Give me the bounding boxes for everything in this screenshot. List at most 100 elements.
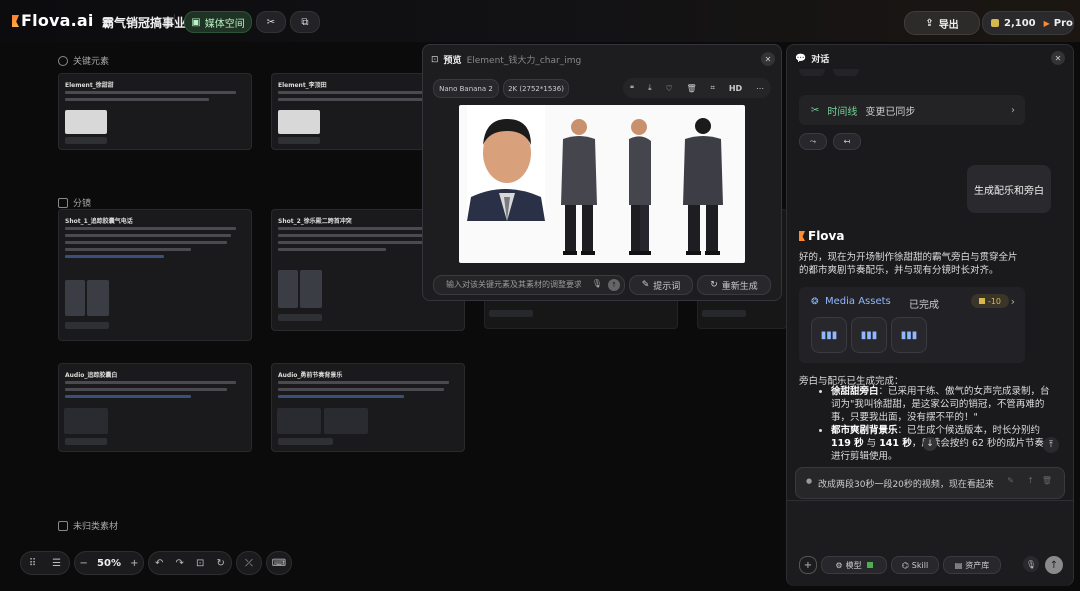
resolution-chip[interactable]: 2K (2752*1536) [503, 79, 569, 98]
trash-icon[interactable]: 🗑 [1042, 476, 1052, 485]
grid-icon[interactable]: ⠿ [29, 558, 36, 569]
reply-button[interactable]: ↤ [833, 133, 861, 150]
zoom-out-icon[interactable]: − [80, 558, 88, 569]
mic-icon[interactable]: 🎙 [592, 279, 602, 288]
message-action[interactable] [833, 69, 859, 76]
copy-icon: ⧉ [301, 16, 309, 28]
copy-button[interactable]: ⧉ [290, 11, 320, 33]
audio-card[interactable]: Audio_勇前节奏背景乐 [271, 363, 465, 452]
element-card[interactable]: Element_徐甜甜 [58, 73, 252, 150]
skill-button[interactable]: ⌬ Skill [891, 556, 939, 574]
reply-icon: ↤ [843, 137, 851, 146]
message-action[interactable] [799, 69, 825, 76]
logo-icon [799, 231, 805, 241]
undo-icon[interactable]: ↶ [155, 558, 163, 569]
media-icon: ▣ [191, 16, 201, 28]
zoom-in-icon[interactable]: + [130, 558, 138, 569]
heart-icon[interactable]: ♡ [665, 84, 672, 93]
keyboard-button[interactable]: ⌨ [266, 551, 292, 575]
audio-asset[interactable]: ▮▮▮ [851, 317, 887, 353]
zoom-level: 50% [97, 557, 121, 569]
audio-thumbnail[interactable] [64, 408, 108, 434]
image-actions: ❝ ⤓ ♡ 🗑 ⌗ HD ⋯ [623, 78, 771, 98]
fit-icon[interactable]: ⊡ [196, 558, 204, 569]
scroll-down-button[interactable]: ↓ [923, 437, 937, 451]
prompt-button[interactable]: ✎ 提示词 [629, 275, 693, 295]
thumbnail[interactable] [65, 110, 107, 134]
section-key-elements: 关键元素 [58, 54, 109, 67]
shot-card[interactable]: Shot_1_追踪胶囊气电话 [58, 209, 252, 341]
audio-thumbnail[interactable] [324, 408, 368, 434]
quote-icon[interactable]: ❝ [630, 84, 634, 93]
preview-header: ⊡ 预览 Element_钱大力_char_img [431, 54, 582, 67]
divider [174, 14, 175, 29]
waveform-icon: ▮▮▮ [820, 329, 838, 341]
send-icon[interactable]: ↑ [1027, 476, 1034, 485]
scissors-icon: ✂ [811, 104, 820, 116]
asset-chip [65, 322, 109, 329]
film-icon [58, 197, 68, 208]
preview-window: ⊡ 预览 Element_钱大力_char_img ✕ Nano Banana … [422, 44, 782, 301]
mic-button[interactable]: 🎙 [1023, 556, 1039, 572]
upload-icon: ⇪ [925, 17, 934, 29]
hd-button[interactable]: HD [729, 84, 742, 93]
user-message: 生成配乐和旁白 [967, 165, 1051, 213]
audio-asset[interactable]: ▮▮▮ [811, 317, 847, 353]
edit-icon: ✎ [641, 280, 650, 290]
asset-library-button[interactable]: ▤ 资产库 [943, 556, 1001, 574]
regenerate-button[interactable]: ↻ 重新生成 [697, 275, 771, 295]
model-icon: ⚙ [835, 560, 843, 570]
add-button[interactable]: + [799, 556, 817, 574]
thumbnail[interactable] [87, 280, 109, 316]
media-space-button[interactable]: ▣ 媒体空间 [184, 11, 252, 33]
asset-chip [278, 314, 322, 321]
chat-header: 💬 对话 [795, 53, 830, 66]
adjustment-input[interactable]: 输入对该关键元素及其素材的调整要求 🎙 ↑ [433, 275, 625, 295]
audio-card[interactable]: Audio_追踪胶囊白 [58, 363, 252, 452]
thumbnail[interactable] [65, 280, 85, 316]
assets-icon: ❂ [811, 297, 819, 307]
asset-chip [65, 438, 107, 445]
element-icon [58, 55, 68, 66]
share-button[interactable]: ⤳ [799, 133, 827, 150]
audio-thumbnail[interactable] [277, 408, 321, 434]
scissors-button[interactable]: ✂ [256, 11, 286, 33]
coin-icon [991, 19, 999, 27]
trash-icon[interactable]: 🗑 [686, 84, 696, 93]
mic-icon: 🎙 [1025, 559, 1037, 569]
thumbnail[interactable] [300, 270, 322, 308]
edit-icon[interactable]: ✎ [1007, 476, 1014, 485]
collapse-button[interactable]: ⤫ [236, 551, 262, 575]
queued-message[interactable]: ● 改成两段30秒一段20秒的视频，现在看起来 ✎ ↑ 🗑 [795, 467, 1065, 499]
crop-icon[interactable]: ⌗ [710, 83, 715, 93]
close-button[interactable]: ✕ [1051, 51, 1065, 65]
asset-chip [278, 438, 333, 445]
close-button[interactable]: ✕ [761, 52, 775, 66]
view-toggle: ⠿ ☰ [20, 551, 70, 575]
logo[interactable]: Flova.ai [12, 11, 94, 30]
scroll-top-button[interactable]: ⤒ [1043, 437, 1059, 453]
redo-icon[interactable]: ↷ [176, 558, 184, 569]
send-icon[interactable]: ↑ [608, 279, 620, 291]
more-icon[interactable]: ⋯ [756, 84, 764, 93]
credits-badge[interactable]: 2,100 ▶ Pro [982, 11, 1074, 35]
media-assets-card[interactable]: ❂ Media Assets 已完成 -10 › ▮▮▮ ▮▮▮ ▮▮▮ [799, 287, 1025, 363]
audio-asset[interactable]: ▮▮▮ [891, 317, 927, 353]
model-badge-icon [866, 562, 873, 568]
bot-intro: 好的，现在为开场制作徐甜甜的霸气旁白与贯穿全片的都市爽剧节奏配乐，并与现有分镜时… [799, 252, 1018, 276]
coin-icon [978, 298, 985, 304]
thumbnail[interactable] [278, 270, 298, 308]
preview-image[interactable] [459, 105, 745, 263]
refresh-icon[interactable]: ↻ [217, 558, 225, 569]
export-button[interactable]: ⇪ 导出 [904, 11, 980, 35]
download-icon[interactable]: ⤓ [648, 83, 652, 93]
model-select[interactable]: ⚙ 模型 [821, 556, 887, 574]
zoom-control: −50% + [74, 551, 144, 575]
send-button[interactable]: ↑ [1045, 556, 1063, 574]
list-icon[interactable]: ☰ [52, 558, 61, 569]
timeline-status-card[interactable]: ✂ 时间线 变更已同步 › [799, 95, 1025, 125]
bullet-icon: ● [806, 477, 813, 485]
collapse-icon: ⤫ [245, 557, 253, 569]
thumbnail[interactable] [278, 110, 320, 134]
model-chip[interactable]: Nano Banana 2 [433, 79, 499, 98]
